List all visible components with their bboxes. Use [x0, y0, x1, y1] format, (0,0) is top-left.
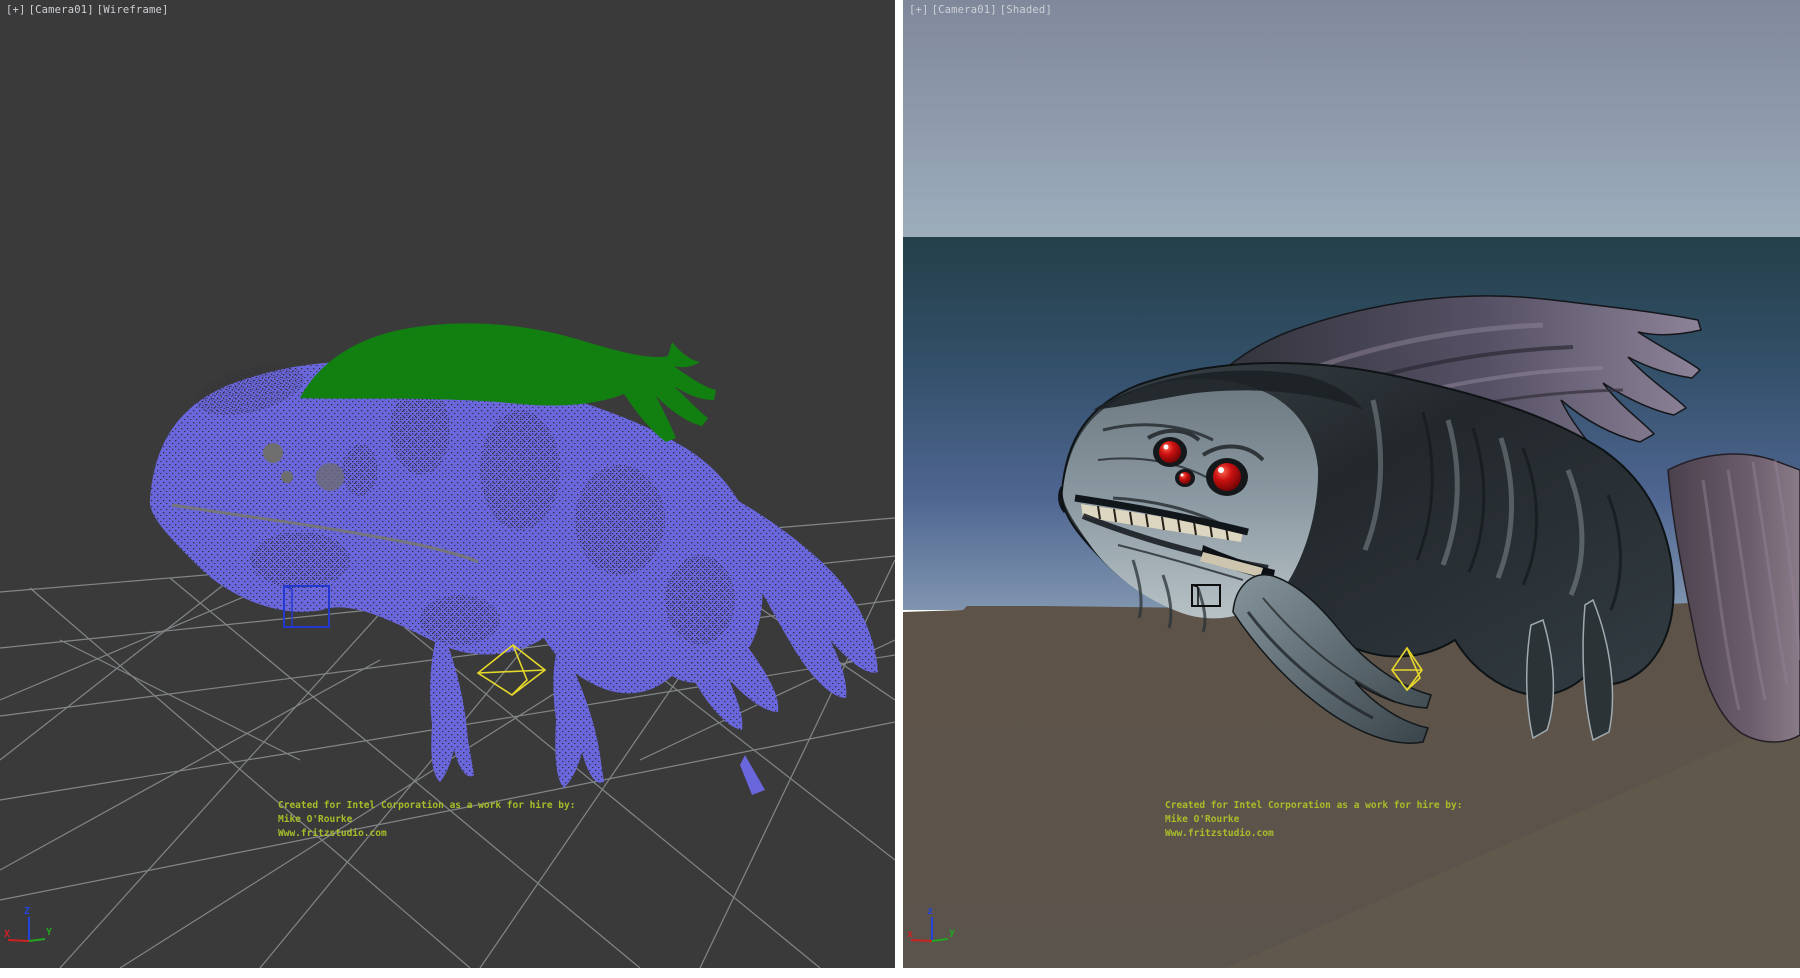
fish-creature-wireframe[interactable] — [150, 323, 878, 795]
viewport-wireframe[interactable]: [+][Camera01][Wireframe] Created for Int… — [0, 0, 895, 968]
viewport-expand-menu[interactable]: [+] — [909, 4, 929, 16]
viewport-expand-menu[interactable]: [+] — [6, 4, 26, 16]
eye-red-large — [1213, 463, 1241, 491]
watermark-line1: Created for Intel Corporation as a work … — [278, 799, 575, 813]
watermark-line3: Www.fritzstudio.com — [278, 827, 575, 841]
world-axis-gizmo: X Y Z — [2, 904, 58, 952]
watermark: Created for Intel Corporation as a work … — [1165, 799, 1462, 841]
fish-fin-tip[interactable] — [740, 755, 765, 795]
axis-z-label: z — [927, 906, 933, 917]
viewport-camera-menu[interactable]: [Camera01] — [932, 4, 997, 16]
viewport-split-layout: [+][Camera01][Wireframe] Created for Int… — [0, 0, 1800, 978]
axis-x-label: X — [4, 929, 10, 940]
viewport-divider[interactable] — [895, 0, 903, 968]
world-axis-gizmo: x y z — [905, 904, 961, 952]
viewport-shading-menu[interactable]: [Wireframe] — [97, 4, 169, 16]
watermark-line2: Mike O'Rourke — [278, 813, 575, 827]
axis-y-label: Y — [46, 927, 52, 938]
watermark: Created for Intel Corporation as a work … — [278, 799, 575, 841]
watermark-line3: Www.fritzstudio.com — [1165, 827, 1462, 841]
eye-red-small — [1179, 472, 1191, 484]
watermark-line1: Created for Intel Corporation as a work … — [1165, 799, 1462, 813]
axis-x-label: x — [907, 929, 913, 940]
sky-upper-band — [903, 0, 1800, 237]
viewport-camera-menu[interactable]: [Camera01] — [29, 4, 94, 16]
viewport-shaded[interactable]: [+][Camera01][Shaded] Created for Intel … — [903, 0, 1800, 968]
axis-z-label: Z — [24, 906, 30, 917]
viewport-menu-left: [+][Camera01][Wireframe] — [6, 4, 172, 16]
watermark-line2: Mike O'Rourke — [1165, 813, 1462, 827]
axis-y-label: y — [949, 927, 955, 938]
viewport-menu-right: [+][Camera01][Shaded] — [909, 4, 1055, 16]
viewport-shading-menu[interactable]: [Shaded] — [1000, 4, 1052, 16]
eye-red-medium — [1159, 441, 1181, 463]
